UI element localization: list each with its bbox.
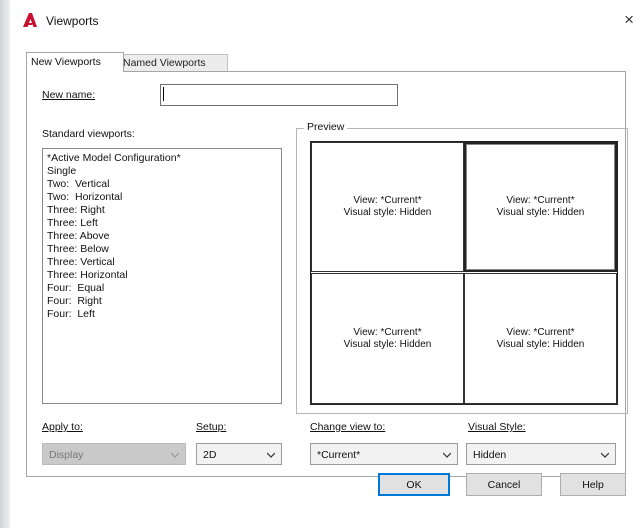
viewport-style-text: Visual style: Hidden bbox=[343, 338, 432, 350]
change-view-to-select[interactable]: *Current* bbox=[310, 443, 458, 465]
help-button[interactable]: Help bbox=[560, 473, 626, 496]
setup-select[interactable]: 2D bbox=[196, 443, 282, 465]
standard-viewports-label: Standard viewports: bbox=[42, 128, 135, 140]
title-bar[interactable]: Viewports × bbox=[10, 0, 644, 40]
viewport-view-text: View: *Current* bbox=[353, 326, 422, 338]
preview-grid: View: *Current* Visual style: Hidden Vie… bbox=[310, 141, 618, 405]
apply-to-label: Apply to: bbox=[42, 421, 83, 433]
tab-new-viewports[interactable]: New Viewports bbox=[26, 52, 124, 72]
viewport-bottom-left[interactable]: View: *Current* Visual style: Hidden bbox=[311, 273, 464, 404]
list-item[interactable]: Single bbox=[43, 165, 281, 178]
list-item[interactable]: Three: Right bbox=[43, 204, 281, 217]
apply-to-select[interactable]: Display bbox=[42, 443, 186, 465]
list-item[interactable]: Three: Vertical bbox=[43, 256, 281, 269]
viewport-top-left[interactable]: View: *Current* Visual style: Hidden bbox=[311, 142, 464, 272]
viewport-style-text: Visual style: Hidden bbox=[496, 207, 585, 218]
list-item[interactable]: Three: Below bbox=[43, 243, 281, 256]
change-view-to-label: Change view to: bbox=[310, 421, 386, 433]
tab-strip: New Viewports Named Viewports bbox=[26, 52, 626, 72]
background-edge bbox=[0, 0, 10, 528]
setup-label: Setup: bbox=[196, 421, 227, 433]
list-item[interactable]: Two: Vertical bbox=[43, 178, 281, 191]
preview-label: Preview bbox=[304, 121, 348, 133]
close-icon[interactable]: × bbox=[624, 10, 634, 30]
visual-style-select[interactable]: Hidden bbox=[466, 443, 616, 465]
viewport-style-text: Visual style: Hidden bbox=[496, 338, 585, 350]
viewport-view-text: View: *Current* bbox=[353, 195, 422, 206]
list-item[interactable]: *Active Model Configuration* bbox=[43, 152, 281, 165]
viewport-bottom-right[interactable]: View: *Current* Visual style: Hidden bbox=[464, 273, 617, 404]
viewport-style-text: Visual style: Hidden bbox=[343, 207, 432, 218]
viewport-view-text: View: *Current* bbox=[506, 195, 575, 206]
cancel-button[interactable]: Cancel bbox=[466, 473, 542, 496]
viewport-view-text: View: *Current* bbox=[506, 326, 575, 338]
chevron-down-icon bbox=[443, 452, 451, 458]
list-item[interactable]: Three: Horizontal bbox=[43, 269, 281, 282]
standard-viewports-list[interactable]: *Active Model Configuration* Single Two:… bbox=[42, 148, 282, 404]
list-item[interactable]: Three: Above bbox=[43, 230, 281, 243]
chevron-down-icon bbox=[601, 452, 609, 458]
window-title: Viewports bbox=[46, 14, 99, 28]
list-item[interactable]: Two: Horizontal bbox=[43, 191, 281, 204]
ok-button[interactable]: OK bbox=[378, 473, 450, 496]
visual-style-label: Visual Style: bbox=[468, 421, 526, 433]
new-name-label: New name: bbox=[42, 89, 96, 101]
list-item[interactable]: Three: Left bbox=[43, 217, 281, 230]
tab-named-viewports[interactable]: Named Viewports bbox=[118, 54, 228, 71]
viewport-top-right[interactable]: View: *Current* Visual style: Hidden bbox=[464, 142, 617, 272]
new-name-input[interactable] bbox=[160, 84, 398, 106]
viewports-dialog: Viewports × New Viewports Named Viewport… bbox=[0, 0, 644, 528]
list-item[interactable]: Four: Left bbox=[43, 308, 281, 321]
autocad-a-icon bbox=[23, 13, 37, 27]
list-item[interactable]: Four: Equal bbox=[43, 282, 281, 295]
chevron-down-icon bbox=[267, 452, 275, 458]
chevron-down-icon bbox=[171, 452, 179, 458]
text-caret bbox=[163, 87, 164, 101]
list-item[interactable]: Four: Right bbox=[43, 295, 281, 308]
